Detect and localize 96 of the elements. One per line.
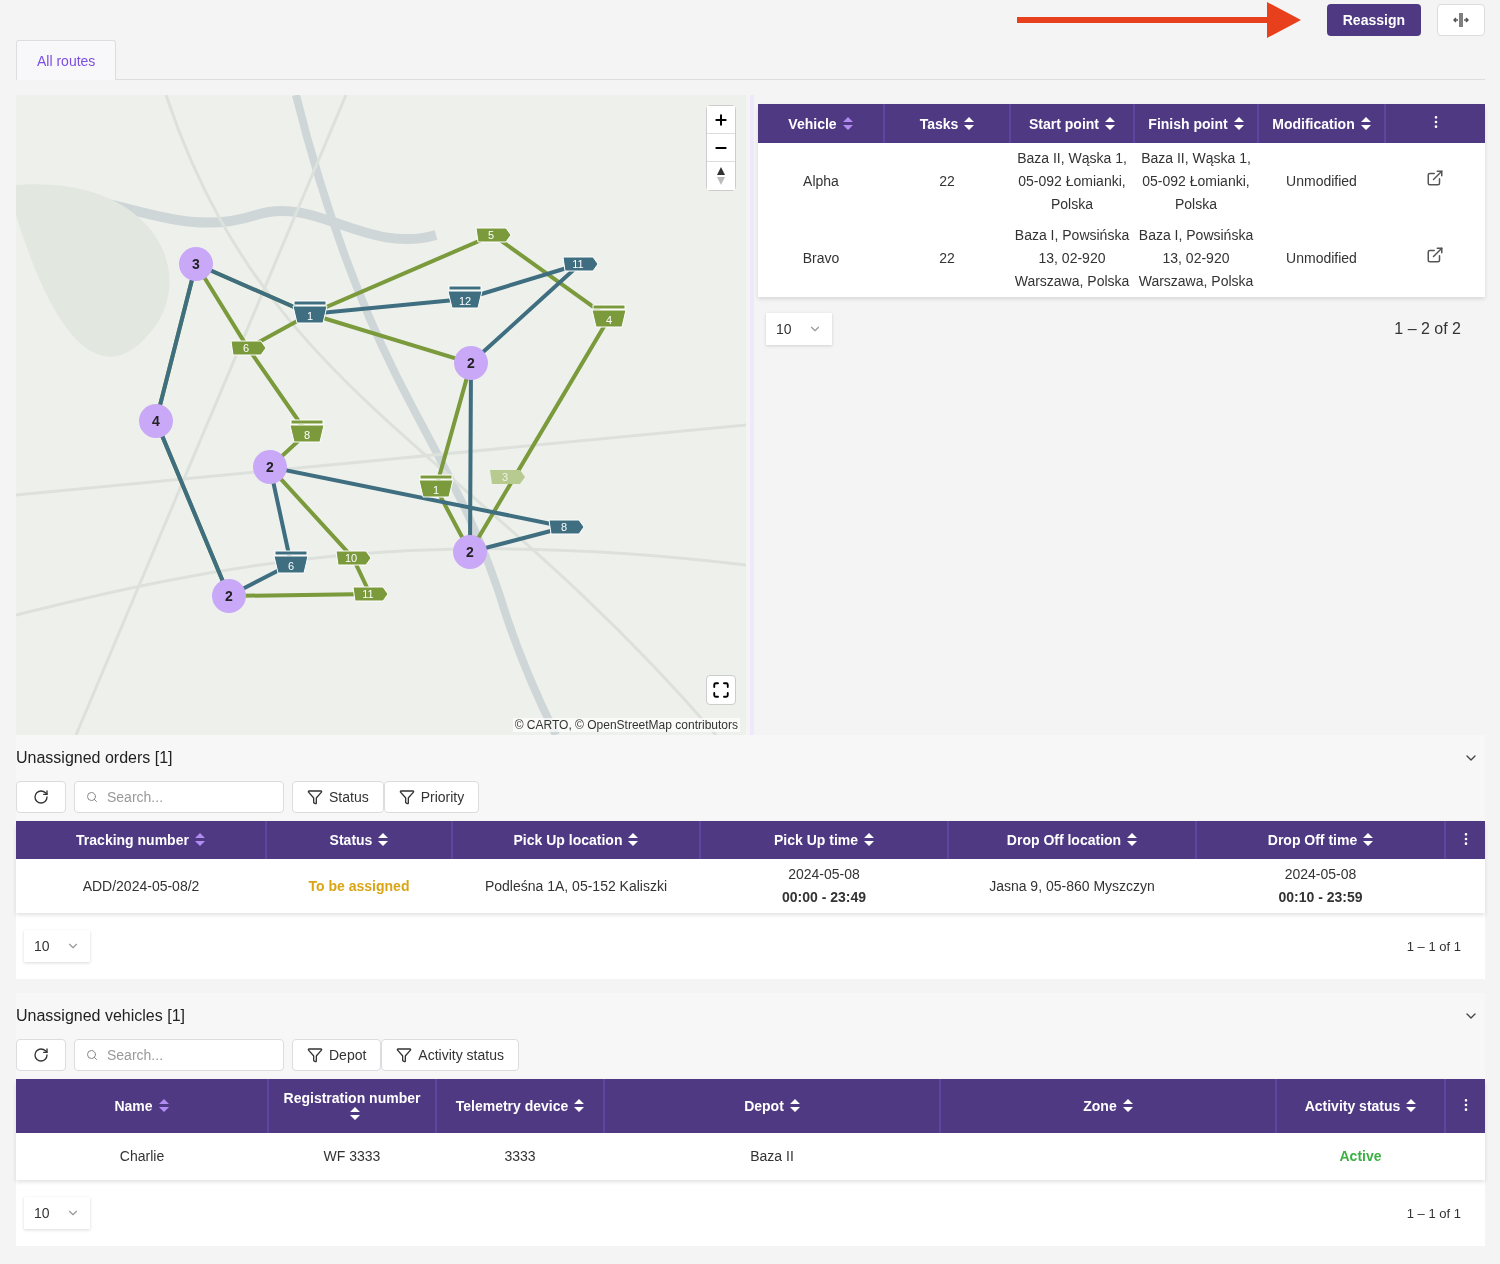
sort-icon[interactable] <box>574 1099 585 1112</box>
sort-icon[interactable] <box>378 833 389 846</box>
task-flag-marker[interactable]: 11 <box>562 256 599 272</box>
task-flag-marker[interactable]: 8 <box>548 519 585 535</box>
table-cell: Podleśna 1A, 05-152 Kaliszki <box>484 877 668 894</box>
column-header[interactable]: Zone <box>940 1079 1276 1133</box>
column-header[interactable]: Telemetry device <box>436 1079 604 1133</box>
sort-icon[interactable] <box>864 833 874 846</box>
sort-icon[interactable] <box>628 833 639 846</box>
table-cell: Alpha <box>803 173 839 189</box>
table-cell: Baza II, Wąska 1, 05-092 Łomianki, Polska <box>1017 150 1127 212</box>
compass-icon[interactable] <box>716 166 726 186</box>
sort-icon[interactable] <box>1122 1099 1133 1112</box>
plus-icon[interactable] <box>713 111 729 128</box>
column-header[interactable]: Depot <box>604 1079 940 1133</box>
table-cell: 3333 <box>504 1148 536 1164</box>
tab[interactable]: All routes <box>16 40 117 80</box>
status-text: To be assigned <box>308 877 410 894</box>
sort-icon[interactable] <box>1363 833 1374 846</box>
sort-icon[interactable] <box>964 116 975 130</box>
refresh-icon[interactable] <box>33 789 49 805</box>
column-header[interactable]: Finish point <box>1134 104 1258 143</box>
column-header[interactable]: Drop Off location <box>948 821 1196 859</box>
column-header[interactable]: Modification <box>1258 104 1385 143</box>
table-cell: Bravo <box>802 250 840 266</box>
column-header[interactable]: Vehicle <box>758 104 884 143</box>
table-cell: Unmodified <box>1286 250 1357 266</box>
pagination-range: 1 – 1 of 1 <box>1406 1205 1461 1221</box>
reassign-button[interactable]: Reassign <box>1326 4 1421 36</box>
sort-icon[interactable] <box>1127 833 1138 846</box>
time-range-text: 00:00 - 23:49 <box>780 888 868 907</box>
search-field[interactable]: Search... <box>74 781 284 813</box>
status-text: Active <box>1339 1148 1382 1164</box>
column-header[interactable]: Pick Up location <box>452 821 700 859</box>
column-header[interactable]: Tasks <box>884 104 1010 143</box>
open-external-icon[interactable] <box>1426 169 1444 187</box>
page-size-select[interactable]: 10 <box>24 930 90 962</box>
refresh-button[interactable] <box>16 1039 66 1071</box>
date-text: 2024-05-08 <box>787 865 861 884</box>
sort-icon[interactable] <box>1360 116 1371 130</box>
zoom-in-button[interactable] <box>707 106 735 134</box>
fullscreen-button[interactable] <box>706 675 736 705</box>
table-cell: Jasna 9, 05-860 Myszczyn <box>989 877 1155 894</box>
table-cell: Baza II <box>750 1148 794 1164</box>
table-cell: 22 <box>939 173 955 189</box>
date-text: 2024-05-08 <box>1283 865 1358 884</box>
filter-icon[interactable] <box>307 789 323 805</box>
section-title: Unassigned vehicles [1] <box>16 1007 185 1025</box>
time-range-text: 00:10 - 23:59 <box>1277 888 1364 907</box>
split-view-button[interactable] <box>1437 4 1485 36</box>
column-header[interactable]: Tracking number <box>16 821 266 859</box>
filter-icon[interactable] <box>307 1047 323 1063</box>
table-cell: Baza II, Wąska 1, 05-092 Łomianki, Polska <box>1141 150 1251 212</box>
column-header[interactable]: Status <box>266 821 452 859</box>
depot-marker[interactable]: 2 <box>212 579 246 613</box>
depot-marker[interactable]: 3 <box>179 247 213 281</box>
pagination-range: 1 – 1 of 1 <box>1406 938 1461 954</box>
table-cell: ADD/2024-05-08/2 <box>82 877 200 894</box>
column-header[interactable]: Drop Off time <box>1196 821 1445 859</box>
filter-button[interactable]: Priority <box>383 781 480 813</box>
section-title: Unassigned orders [1] <box>16 749 173 767</box>
filter-button[interactable]: Status <box>292 781 384 813</box>
table-cell: WF 3333 <box>323 1148 381 1164</box>
table-cell: Baza I, Powsińska 13, 02-920 Warszawa, Polska <box>1014 227 1130 289</box>
refresh-icon[interactable] <box>33 1047 49 1063</box>
table-cell: 22 <box>939 250 955 266</box>
table-cell: Unmodified <box>1286 173 1357 189</box>
column-header[interactable]: Registration number <box>268 1079 436 1133</box>
page-size-select[interactable]: 10 <box>766 313 832 345</box>
filter-button[interactable]: Activity status <box>381 1039 519 1071</box>
fullscreen-icon[interactable] <box>712 681 730 699</box>
sort-icon[interactable] <box>789 1099 800 1112</box>
table-cell: Baza I, Powsińska 13, 02-920 Warszawa, Polska <box>1138 227 1254 289</box>
depot-marker[interactable]: 2 <box>453 535 487 569</box>
refresh-button[interactable] <box>16 781 66 813</box>
column-header[interactable]: Name <box>16 1079 268 1133</box>
search-field[interactable]: Search... <box>74 1039 284 1071</box>
split-view-icon[interactable] <box>1453 12 1469 28</box>
depot-marker[interactable]: 4 <box>139 404 173 438</box>
column-header[interactable]: Start point <box>1010 104 1134 143</box>
depot-marker[interactable]: 2 <box>454 346 488 380</box>
sort-icon[interactable] <box>350 1107 360 1120</box>
filter-icon[interactable] <box>398 789 415 805</box>
table-cell: Charlie <box>119 1148 165 1164</box>
depot-marker[interactable]: 2 <box>253 450 287 484</box>
sort-icon[interactable] <box>1105 116 1115 130</box>
map-attribution: © CARTO, © OpenStreetMap contributors <box>512 718 740 732</box>
sort-icon[interactable] <box>1233 116 1244 130</box>
open-external-icon[interactable] <box>1426 246 1444 264</box>
filter-icon[interactable] <box>396 1047 413 1063</box>
pagination-range: 1 – 2 of 2 <box>1394 320 1461 338</box>
page-size-select[interactable]: 10 <box>24 1197 90 1229</box>
filter-button[interactable]: Depot <box>292 1039 382 1071</box>
column-header[interactable]: Pick Up time <box>700 821 948 859</box>
sort-icon[interactable] <box>1406 1099 1417 1112</box>
column-header[interactable]: Activity status <box>1276 1079 1445 1133</box>
